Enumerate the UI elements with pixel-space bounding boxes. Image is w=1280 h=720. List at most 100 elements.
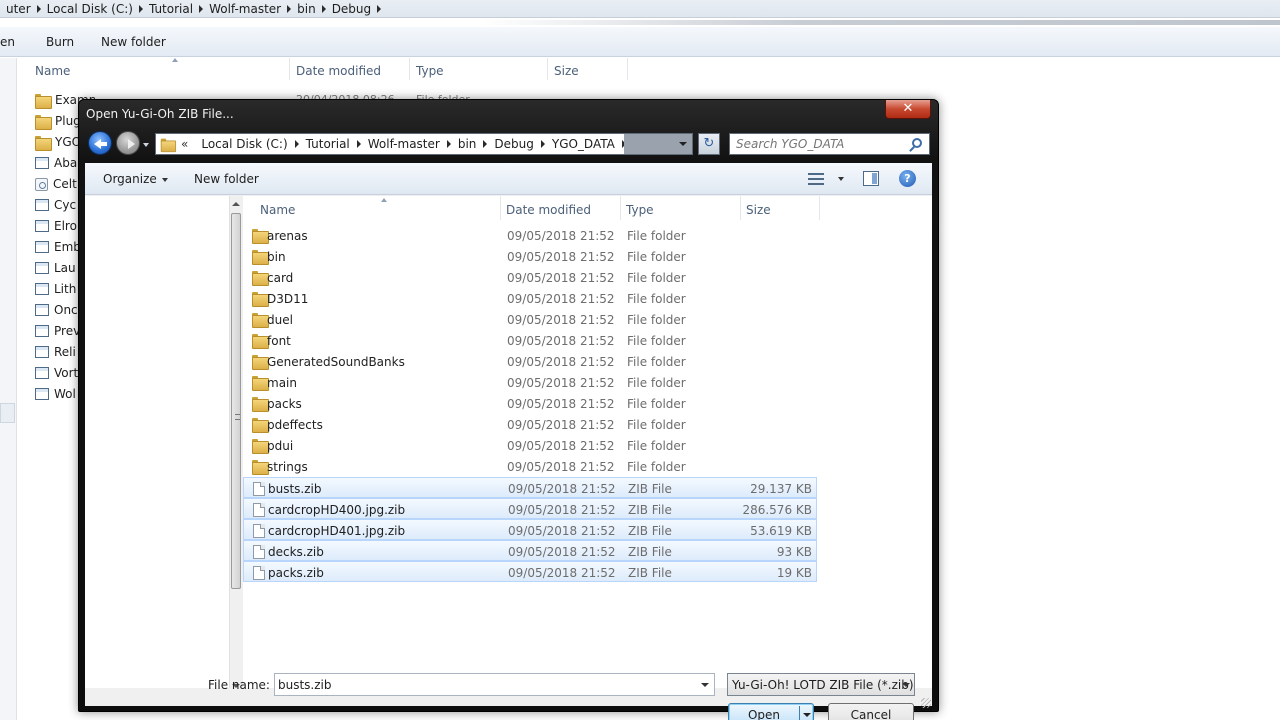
file-row[interactable]: duel 09/05/2018 21:52 File folder bbox=[243, 309, 817, 330]
file-row[interactable]: GeneratedSoundBanks 09/05/2018 21:52 File … bbox=[243, 351, 817, 372]
column-type[interactable]: Type bbox=[626, 203, 654, 217]
scroll-up-icon[interactable] bbox=[232, 202, 240, 206]
file-type: File folder bbox=[627, 271, 686, 285]
link-icon bbox=[35, 177, 48, 191]
folder-icon bbox=[252, 229, 269, 244]
file-row[interactable]: main 09/05/2018 21:52 File folder bbox=[243, 372, 817, 393]
search-input[interactable] bbox=[736, 135, 906, 153]
chevron-down-icon bbox=[902, 683, 910, 687]
breadcrumb-item[interactable]: bin bbox=[291, 2, 322, 16]
file-row[interactable]: card 09/05/2018 21:52 File folder bbox=[243, 267, 817, 288]
organize-menu[interactable]: Organize bbox=[103, 172, 168, 186]
breadcrumb-item[interactable]: bin bbox=[451, 137, 484, 151]
file-row[interactable]: bin 09/05/2018 21:52 File folder bbox=[243, 246, 817, 267]
breadcrumb-item[interactable]: Wolf-master bbox=[203, 2, 287, 16]
file-row[interactable]: packs 09/05/2018 21:52 File folder bbox=[243, 393, 817, 414]
file-type: ZIB File bbox=[628, 503, 672, 517]
background-column-header: Name Date modified Type Size bbox=[17, 58, 1280, 84]
folder-icon bbox=[252, 334, 269, 349]
file-row[interactable]: arenas 09/05/2018 21:52 File folder bbox=[243, 225, 817, 246]
file-name: decks.zib bbox=[268, 545, 324, 559]
breadcrumb-item[interactable]: Debug bbox=[326, 2, 377, 16]
address-history-arrow-icon[interactable] bbox=[679, 142, 687, 146]
organize-label: Organize bbox=[103, 172, 157, 186]
navigation-pane[interactable] bbox=[85, 196, 229, 688]
close-button[interactable]: ✕ bbox=[885, 100, 931, 119]
file-name: busts.zib bbox=[268, 482, 322, 496]
search-box[interactable] bbox=[729, 133, 930, 155]
background-nav-splitter[interactable] bbox=[0, 403, 15, 423]
chevron-down-icon[interactable] bbox=[701, 683, 709, 687]
folder-icon bbox=[252, 271, 269, 286]
breadcrumb-item[interactable]: Tutorial bbox=[143, 2, 199, 16]
dialog-address-bar[interactable]: « Local Disk (C:) Tutorial Wolf-master bin D… bbox=[155, 133, 693, 155]
file-row[interactable]: cardcropHD400.jpg.zib 09/05/2018 21:52 ZIB… bbox=[243, 498, 817, 519]
open-button[interactable]: en bbox=[0, 35, 15, 49]
list-item-label: Cyc bbox=[54, 198, 77, 212]
column-date-modified[interactable]: Date modified bbox=[296, 64, 381, 78]
file-row[interactable]: decks.zib 09/05/2018 21:52 ZIB File 93 KB bbox=[243, 540, 817, 561]
folder-icon bbox=[252, 397, 269, 412]
overflow-chevron-icon[interactable]: « bbox=[181, 137, 188, 151]
chevron-down-icon bbox=[161, 177, 168, 182]
search-icon[interactable] bbox=[912, 138, 922, 148]
file-row[interactable]: cardcropHD401.jpg.zib 09/05/2018 21:52 ZIB… bbox=[243, 519, 817, 540]
column-size[interactable]: Size bbox=[554, 64, 579, 78]
preview-pane-icon[interactable] bbox=[863, 171, 879, 186]
recent-pages-dropdown[interactable] bbox=[143, 143, 149, 147]
back-button[interactable] bbox=[88, 131, 112, 155]
view-options-chevron-icon[interactable] bbox=[838, 177, 844, 181]
navigation-scrollbar[interactable] bbox=[229, 196, 242, 688]
refresh-button[interactable]: ↻ bbox=[698, 133, 720, 155]
column-date-modified[interactable]: Date modified bbox=[506, 203, 591, 217]
file-row[interactable]: packs.zib 09/05/2018 21:52 ZIB File 19 KB bbox=[243, 561, 817, 582]
breadcrumb-arrow-icon[interactable] bbox=[377, 5, 382, 13]
list-item-label: Lau bbox=[54, 261, 76, 275]
file-row[interactable]: pdui 09/05/2018 21:52 File folder bbox=[243, 435, 817, 456]
new-folder-button[interactable]: New folder bbox=[194, 172, 259, 186]
file-row[interactable]: font 09/05/2018 21:52 File folder bbox=[243, 330, 817, 351]
column-name[interactable]: Name bbox=[35, 64, 70, 78]
breadcrumb-item[interactable]: YGO_DATA bbox=[545, 137, 622, 151]
breadcrumb-item[interactable]: Local Disk (C:) bbox=[194, 137, 294, 151]
file-date: 09/05/2018 21:52 bbox=[507, 397, 615, 411]
background-address-bar[interactable]: uter Local Disk (C:) Tutorial Wolf-master bi… bbox=[0, 0, 1280, 18]
breadcrumb-item[interactable]: Wolf-master bbox=[361, 137, 447, 151]
scroll-thumb[interactable] bbox=[231, 213, 241, 589]
file-icon bbox=[253, 482, 265, 496]
file-name: pdeffects bbox=[267, 418, 323, 432]
burn-button[interactable]: Burn bbox=[46, 35, 74, 49]
column-type[interactable]: Type bbox=[416, 64, 444, 78]
resize-grip[interactable] bbox=[921, 698, 931, 708]
background-scroll-track bbox=[480, 20, 1280, 25]
column-name[interactable]: Name bbox=[260, 203, 295, 217]
file-type: File folder bbox=[627, 439, 686, 453]
cancel-button[interactable]: Cancel bbox=[828, 703, 914, 720]
file-date: 09/05/2018 21:52 bbox=[508, 482, 616, 496]
column-size[interactable]: Size bbox=[746, 203, 771, 217]
open-options-chevron-icon[interactable] bbox=[803, 713, 811, 717]
file-date: 09/05/2018 21:52 bbox=[507, 229, 615, 243]
file-type: File folder bbox=[627, 313, 686, 327]
file-date: 09/05/2018 21:52 bbox=[507, 292, 615, 306]
breadcrumb-item[interactable]: Debug bbox=[487, 137, 540, 151]
help-icon[interactable]: ? bbox=[899, 170, 916, 187]
breadcrumb-item[interactable]: uter bbox=[0, 2, 37, 16]
breadcrumb-item[interactable]: Local Disk (C:) bbox=[41, 2, 139, 16]
new-folder-button[interactable]: New folder bbox=[101, 35, 166, 49]
file-row[interactable]: pdeffects 09/05/2018 21:52 File folder bbox=[243, 414, 817, 435]
dialog-title: Open Yu-Gi-Oh ZIB File... bbox=[86, 107, 234, 121]
file-row[interactable]: D3D11 09/05/2018 21:52 File folder bbox=[243, 288, 817, 309]
file-row[interactable]: busts.zib 09/05/2018 21:52 ZIB File 29.137 … bbox=[243, 477, 817, 498]
breadcrumb-item[interactable]: Tutorial bbox=[299, 137, 357, 151]
file-name-input[interactable] bbox=[278, 675, 678, 694]
open-button[interactable]: Open bbox=[728, 703, 814, 720]
forward-button[interactable] bbox=[116, 131, 140, 155]
file-name-field[interactable] bbox=[274, 673, 715, 696]
close-icon: ✕ bbox=[902, 101, 914, 116]
file-date: 09/05/2018 21:52 bbox=[507, 313, 615, 327]
file-icon bbox=[253, 566, 265, 580]
change-view-icon[interactable] bbox=[808, 173, 824, 185]
file-type-filter[interactable]: Yu-Gi-Oh! LOTD ZIB File (*.zib) bbox=[727, 673, 915, 696]
file-row[interactable]: strings 09/05/2018 21:52 File folder bbox=[243, 456, 817, 477]
